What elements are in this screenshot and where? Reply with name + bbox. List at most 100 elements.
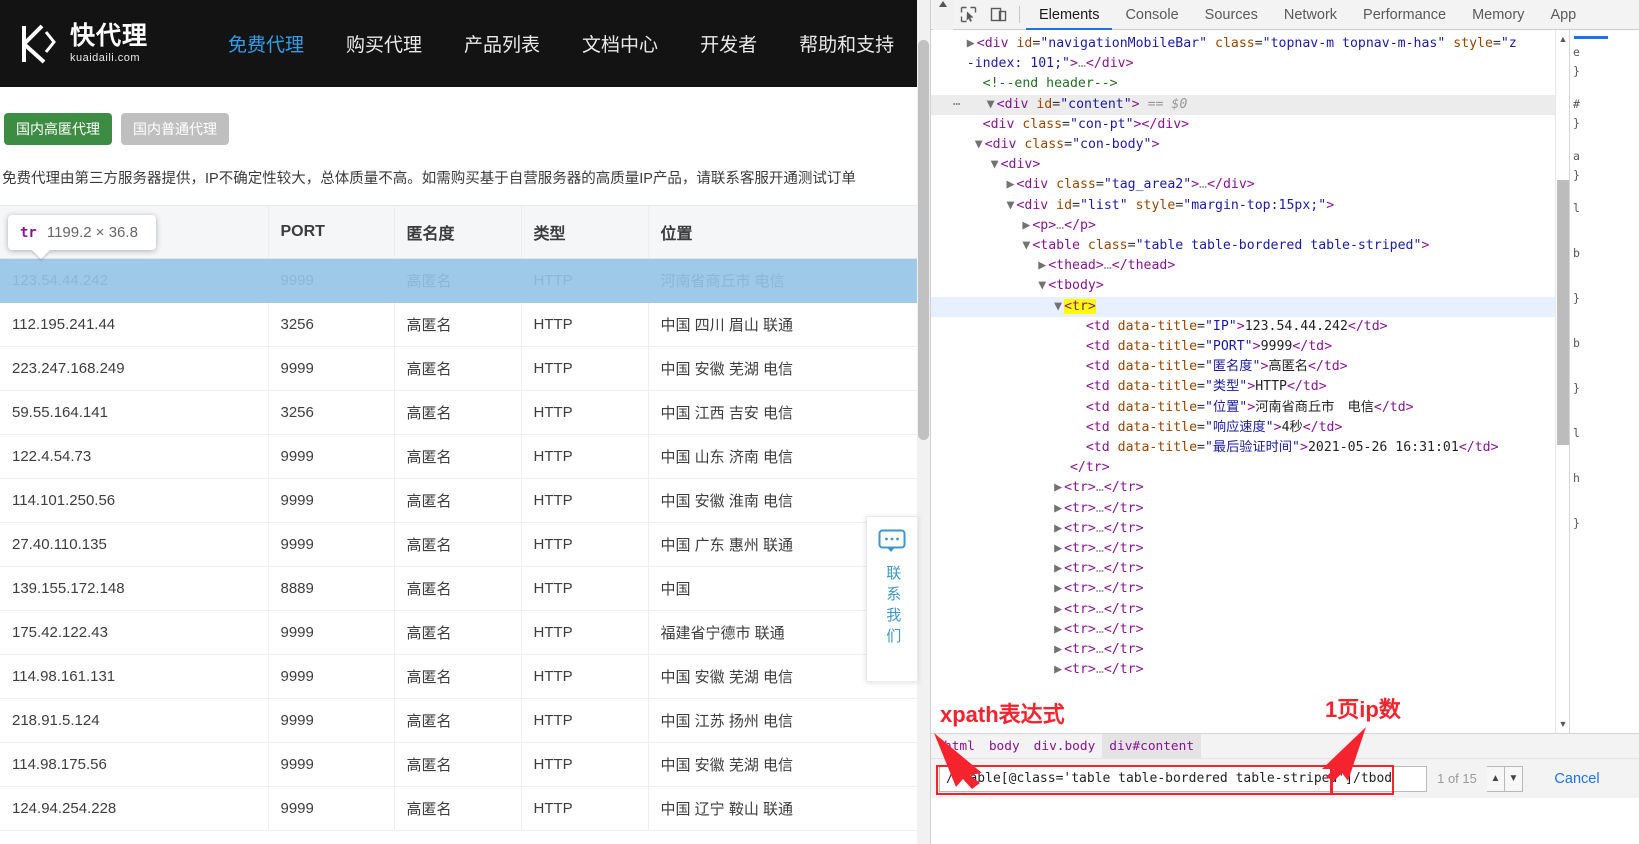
devtools-tab-performance[interactable]: Performance xyxy=(1350,0,1459,30)
dom-tree-line[interactable]: ▶ <p>…</p> xyxy=(931,216,1555,236)
brand-logo[interactable]: 快代理 kuaidaili.com xyxy=(20,22,210,66)
breadcrumb-item-1[interactable]: body xyxy=(982,734,1027,759)
dom-tree-line[interactable]: ▶ <tr>…</tr> xyxy=(931,640,1555,660)
inspector-tooltip-dimensions: 1199.2 × 36.8 xyxy=(46,224,138,241)
devtools-tab-sources[interactable]: Sources xyxy=(1192,0,1271,30)
table-row[interactable]: 114.98.161.131 9999 高匿名 HTTP 中国 安徽 芜湖 电信 xyxy=(0,654,918,699)
elements-tree-scrollbar[interactable]: ▲ ▼ xyxy=(1555,30,1569,733)
elements-tree[interactable]: ▶ <div id="navigationMobileBar" class="to… xyxy=(931,30,1555,733)
dom-tree-line[interactable]: ▼ <table class="table table-bordered tabl… xyxy=(931,236,1555,256)
proxy-table-body: 123.54.44.242 9999 高匿名 HTTP 河南省商丘市 电信 112.195… xyxy=(0,258,918,831)
dom-tree-line[interactable]: <td data-title="最后验证时间">2021-05-26 16:31… xyxy=(931,438,1555,458)
dom-tree-line[interactable]: ▶ <div class="tag_area2">…</div> xyxy=(931,175,1555,195)
cell-ip: 223.247.168.249 xyxy=(0,346,268,391)
nav-item-5[interactable]: 帮助和支持 xyxy=(799,30,894,57)
toolbar-divider xyxy=(1019,6,1020,23)
breadcrumb-item-2[interactable]: div.body xyxy=(1027,734,1103,759)
scroll-down-icon[interactable]: ▼ xyxy=(1556,717,1570,731)
nav-item-0[interactable]: 免费代理 xyxy=(228,30,304,57)
dom-tree-line[interactable]: </tr> xyxy=(931,458,1555,478)
dom-tree-line[interactable]: ▼ <div> xyxy=(931,155,1555,175)
proxy-list-container: IPPORT匿名度类型位置 123.54.44.2429999高匿名HTTP河南… xyxy=(0,205,924,831)
table-row[interactable]: 218.91.5.124 9999 高匿名 HTTP 中国 江苏 扬州 电信 xyxy=(0,698,918,743)
cell-ip: 122.4.54.73 xyxy=(0,434,268,479)
dom-tree-line[interactable]: <td data-title="IP">123.54.44.242</td> xyxy=(931,317,1555,337)
dom-tree-line[interactable]: ▶ <thead>…</thead> xyxy=(931,256,1555,276)
table-row[interactable]: 27.40.110.135 9999 高匿名 HTTP 中国 广东 惠州 联通 xyxy=(0,522,918,567)
nav-item-3[interactable]: 文档中心 xyxy=(582,30,658,57)
devtools-search-input[interactable] xyxy=(939,765,1427,792)
cell-type: HTTP xyxy=(520,478,648,523)
cell-loc: 中国 江西 吉安 电信 xyxy=(647,390,918,435)
dom-tree-line[interactable]: ▶ <tr>…</tr> xyxy=(931,660,1555,680)
table-row[interactable]: 175.42.122.43 9999 高匿名 HTTP 福建省宁德市 联通 xyxy=(0,610,918,655)
nav-item-1[interactable]: 购买代理 xyxy=(346,30,422,57)
devtools-tab-elements[interactable]: Elements xyxy=(1026,0,1113,30)
dom-tree-line[interactable]: ▼ <tr> xyxy=(931,296,1555,317)
contact-us-widget[interactable]: 联系我们 xyxy=(866,516,918,682)
table-row[interactable]: 114.101.250.56 9999 高匿名 HTTP 中国 安徽 淮南 电信 xyxy=(0,478,918,523)
dom-tree-line[interactable]: ▼ <div class="con-body"> xyxy=(931,135,1555,155)
cell-type: HTTP xyxy=(520,390,648,435)
cell-port: 3256 xyxy=(267,302,394,347)
dom-tree-line[interactable]: ▶ <tr>…</tr> xyxy=(931,620,1555,640)
dom-tree-line[interactable]: ▶ <tr>…</tr> xyxy=(931,499,1555,519)
search-prev-icon[interactable]: ▲ xyxy=(1487,765,1505,792)
dom-tree-line[interactable]: ▶ <tr>…</tr> xyxy=(931,600,1555,620)
breadcrumb-item-3[interactable]: div#content xyxy=(1102,733,1202,759)
table-row[interactable]: 114.98.175.56 9999 高匿名 HTTP 中国 安徽 芜湖 电信 xyxy=(0,742,918,787)
dom-tree-line[interactable]: <td data-title="位置">河南省商丘市 电信</td> xyxy=(931,398,1555,418)
nav-item-2[interactable]: 产品列表 xyxy=(464,30,540,57)
inspector-size-tooltip: tr 1199.2 × 36.8 xyxy=(8,215,156,250)
devtools-tab-memory[interactable]: Memory xyxy=(1459,0,1537,30)
devtools-tab-app[interactable]: App xyxy=(1537,0,1589,30)
styles-line: h xyxy=(1573,471,1580,485)
cell-ip: 114.98.161.131 xyxy=(0,654,268,699)
proxy-tab-1[interactable]: 国内普通代理 xyxy=(121,113,229,145)
dom-tree-line[interactable]: <!--end header--> xyxy=(931,74,1555,94)
dom-tree-line[interactable]: ▶ <tr>…</tr> xyxy=(931,579,1555,599)
dom-tree-line[interactable]: ▶ <div id="navigationMobileBar" class="to… xyxy=(931,34,1555,54)
devtools-tab-console[interactable]: Console xyxy=(1112,0,1191,30)
table-row[interactable]: 223.247.168.249 9999 高匿名 HTTP 中国 安徽 芜湖 电信 xyxy=(0,346,918,391)
dom-tree-line[interactable]: ▼ <tbody> xyxy=(931,276,1555,296)
table-row[interactable]: 112.195.241.44 3256 高匿名 HTTP 中国 四川 眉山 联通 xyxy=(0,302,918,347)
styles-line: # xyxy=(1573,97,1580,111)
dom-tree-line[interactable]: ▼ <div id="list" style="margin-top:15px;"… xyxy=(931,196,1555,216)
cell-type: HTTP xyxy=(520,434,648,479)
dom-tree-line[interactable]: ▶ <tr>…</tr> xyxy=(931,539,1555,559)
devtools-tab-network[interactable]: Network xyxy=(1271,0,1350,30)
breadcrumb-item-0[interactable]: html xyxy=(937,734,982,759)
search-next-icon[interactable]: ▼ xyxy=(1505,765,1523,792)
proxy-tab-0[interactable]: 国内高匿代理 xyxy=(4,113,112,145)
table-row[interactable]: 124.94.254.228 9999 高匿名 HTTP 中国 辽宁 鞍山 联通 xyxy=(0,786,918,831)
dom-tree-line[interactable]: ▶ <tr>…</tr> xyxy=(931,519,1555,539)
styles-line: l xyxy=(1573,426,1580,440)
device-toolbar-icon[interactable] xyxy=(983,2,1013,28)
devtools-dock-scroll xyxy=(933,0,953,30)
dom-tree-line[interactable]: ▶ <tr>…</tr> xyxy=(931,559,1555,579)
scroll-up-icon[interactable]: ▲ xyxy=(1556,32,1570,46)
dom-tree-line[interactable]: <div class="con-pt"></div> xyxy=(931,115,1555,135)
styles-pane[interactable]: e} #} a} l b} b} l h} xyxy=(1569,30,1639,733)
dom-tree-line[interactable]: <td data-title="类型">HTTP</td> xyxy=(931,377,1555,397)
dom-tree-line[interactable]: <td data-title="匿名度">高匿名</td> xyxy=(931,357,1555,377)
search-cancel-button[interactable]: Cancel xyxy=(1523,771,1631,787)
dom-tree-line[interactable]: ⋯ ▼ <div id="content"> == $0 xyxy=(931,94,1555,115)
dom-tree-line[interactable]: <td data-title="PORT">9999</td> xyxy=(931,337,1555,357)
nav-item-4[interactable]: 开发者 xyxy=(700,30,757,57)
cell-anon: 高匿名 xyxy=(393,302,521,347)
page-scrollbar-thumb[interactable] xyxy=(918,40,929,440)
table-row[interactable]: 59.55.164.141 3256 高匿名 HTTP 中国 江西 吉安 电信 xyxy=(0,390,918,435)
cell-anon: 高匿名 xyxy=(393,610,521,655)
inspect-element-icon[interactable] xyxy=(953,2,983,28)
page-scrollbar[interactable] xyxy=(917,0,930,844)
table-row[interactable]: 122.4.54.73 9999 高匿名 HTTP 中国 山东 济南 电信 xyxy=(0,434,918,479)
dom-tree-line[interactable]: <td data-title="响应速度">4秒</td> xyxy=(931,418,1555,438)
table-row[interactable]: 139.155.172.148 8889 高匿名 HTTP 中国 xyxy=(0,566,918,611)
table-row[interactable]: 123.54.44.242 9999 高匿名 HTTP 河南省商丘市 电信 xyxy=(0,258,918,303)
dom-tree-line[interactable]: ▶ <tr>…</tr> xyxy=(931,478,1555,498)
dom-tree-line[interactable]: -index: 101;">…</div> xyxy=(931,54,1555,74)
devtools-body: ▶ <div id="navigationMobileBar" class="to… xyxy=(931,30,1639,733)
elements-scrollbar-thumb[interactable] xyxy=(1557,180,1569,445)
